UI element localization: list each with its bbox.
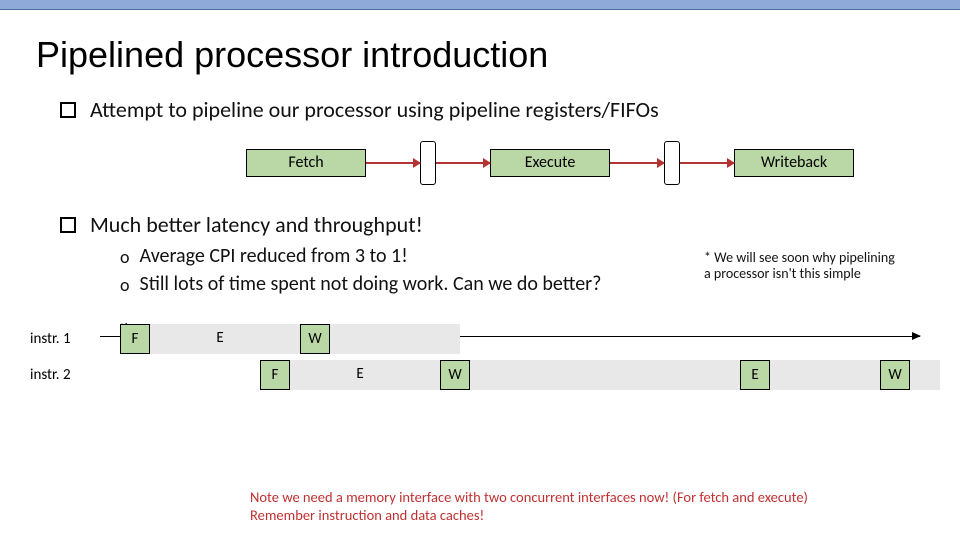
footnote-line1: Note we need a memory interface with two… — [250, 489, 808, 506]
square-bullet-icon — [60, 217, 76, 233]
square-bullet-icon — [60, 102, 76, 118]
bullet-1-text: Attempt to pipeline our processor using … — [90, 96, 659, 123]
side-note-line1: * We will see soon why pipelining — [704, 250, 934, 266]
page-title: Pipelined processor introduction — [0, 10, 960, 88]
arrow-icon — [436, 162, 490, 164]
pipeline-register-icon — [420, 141, 436, 185]
subbullet-1-text: Average CPI reduced from 3 to 1! — [140, 244, 408, 268]
header-bar — [0, 0, 960, 10]
instr-1-label: instr. 1 — [30, 330, 120, 348]
arrow-icon — [680, 162, 734, 164]
table-row: instr. 1 F E W — [30, 324, 930, 354]
cell-execute-span: E — [290, 360, 430, 390]
cell-execute: E — [740, 360, 770, 390]
side-note-line2: a processor isn't this simple — [704, 266, 934, 282]
cell-writeback: W — [440, 360, 470, 390]
circle-bullet-icon: o — [120, 246, 130, 268]
pipeline-diagram: Fetch Execute Writeback — [0, 141, 960, 185]
cell-writeback: W — [300, 324, 330, 354]
circle-bullet-icon: o — [120, 274, 130, 296]
bullet-2: Much better latency and throughput! — [0, 203, 960, 242]
gantt-row-1: F E W — [120, 324, 930, 354]
cell-fetch: F — [260, 360, 290, 390]
instr-2-label: instr. 2 — [30, 366, 120, 384]
cell-execute-span: E — [150, 324, 290, 354]
stage-fetch: Fetch — [246, 149, 366, 177]
arrow-icon — [610, 162, 664, 164]
side-note: * We will see soon why pipelining a proc… — [704, 250, 934, 282]
stage-writeback: Writeback — [734, 149, 854, 177]
cell-fetch: F — [120, 324, 150, 354]
arrow-icon — [366, 162, 420, 164]
table-row: instr. 2 F E W E W — [30, 360, 930, 390]
cell-writeback: W — [880, 360, 910, 390]
timeline-chart: time instr. 1 F E W instr. 2 F E W E W — [0, 324, 960, 390]
footnote: Note we need a memory interface with two… — [250, 489, 808, 524]
pipeline-register-icon — [664, 141, 680, 185]
bullet-1: Attempt to pipeline our processor using … — [0, 88, 960, 127]
gantt-row-2: F E W E W — [120, 360, 930, 390]
subbullet-2-text: Still lots of time spent not doing work.… — [140, 272, 602, 296]
bullet-2-text: Much better latency and throughput! — [90, 211, 423, 238]
footnote-line2: Remember instruction and data caches! — [250, 507, 808, 524]
stage-execute: Execute — [490, 149, 610, 177]
